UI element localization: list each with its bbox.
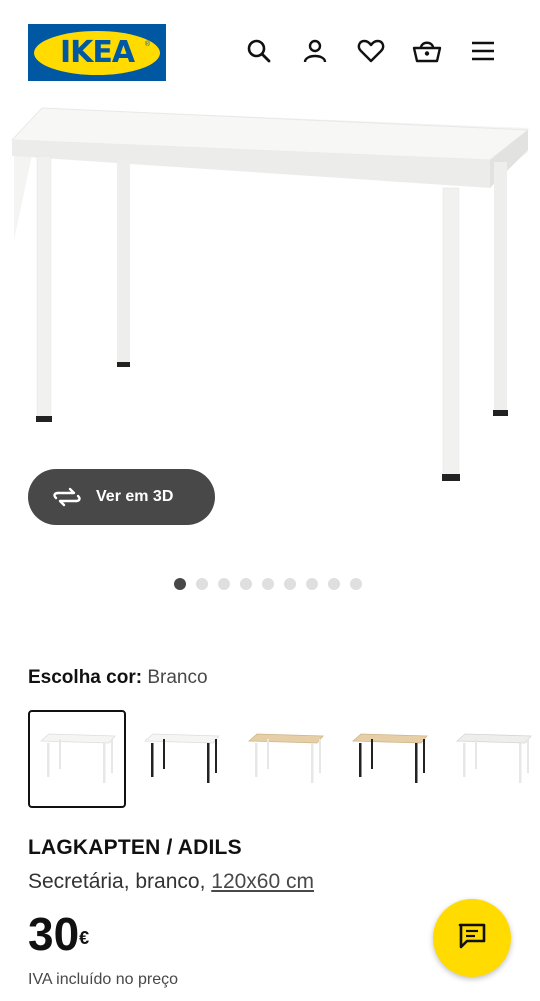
color-choice-value: Branco [147, 667, 208, 688]
rotate-3d-icon [52, 486, 82, 508]
gallery-pagination [174, 578, 362, 590]
gallery-dot[interactable] [328, 578, 340, 590]
product-description: Secretária, branco, 120x60 cm [28, 870, 314, 894]
gallery-dot[interactable] [284, 578, 296, 590]
color-choice-heading: Escolha cor: [28, 667, 143, 688]
view-3d-label: Ver em 3D [96, 488, 174, 505]
gallery-dot[interactable] [306, 578, 318, 590]
product-dimensions-link[interactable]: 120x60 cm [211, 870, 314, 893]
header: IKEA ® [0, 0, 540, 105]
gallery-dot[interactable] [196, 578, 208, 590]
chat-button[interactable] [433, 899, 511, 977]
swatch-grey-white[interactable] [444, 710, 540, 808]
logo-text: IKEA [59, 35, 135, 70]
search-icon[interactable] [244, 36, 274, 66]
product-name: LAGKAPTEN / ADILS [28, 836, 242, 859]
heart-icon[interactable] [356, 36, 386, 66]
gallery-dot[interactable] [174, 578, 186, 590]
swatch-oak-white[interactable] [236, 710, 334, 808]
color-choice-label: Escolha cor: Branco [28, 667, 208, 689]
product-desc-text: Secretária, branco, [28, 870, 212, 893]
account-icon[interactable] [300, 36, 330, 66]
chat-icon [457, 922, 487, 955]
gallery-dot[interactable] [240, 578, 252, 590]
registered-mark: ® [144, 40, 150, 48]
product-price: 30€ [28, 908, 89, 960]
gallery-dot[interactable] [350, 578, 362, 590]
gallery-dot[interactable] [218, 578, 230, 590]
swatch-white-white[interactable] [28, 710, 126, 808]
gallery-dot[interactable] [262, 578, 274, 590]
swatch-oak-black[interactable] [340, 710, 438, 808]
vat-note: IVA incluído no preço [28, 971, 179, 988]
price-currency: € [79, 928, 90, 948]
price-amount: 30 [28, 908, 80, 960]
basket-icon[interactable] [412, 36, 442, 66]
swatch-white-black[interactable] [132, 710, 230, 808]
color-swatches [28, 710, 540, 808]
ikea-logo[interactable]: IKEA ® [28, 24, 166, 81]
logo-oval: IKEA ® [34, 30, 160, 75]
view-3d-button[interactable]: Ver em 3D [28, 469, 215, 525]
menu-icon[interactable] [468, 36, 498, 66]
product-image[interactable] [0, 100, 540, 530]
